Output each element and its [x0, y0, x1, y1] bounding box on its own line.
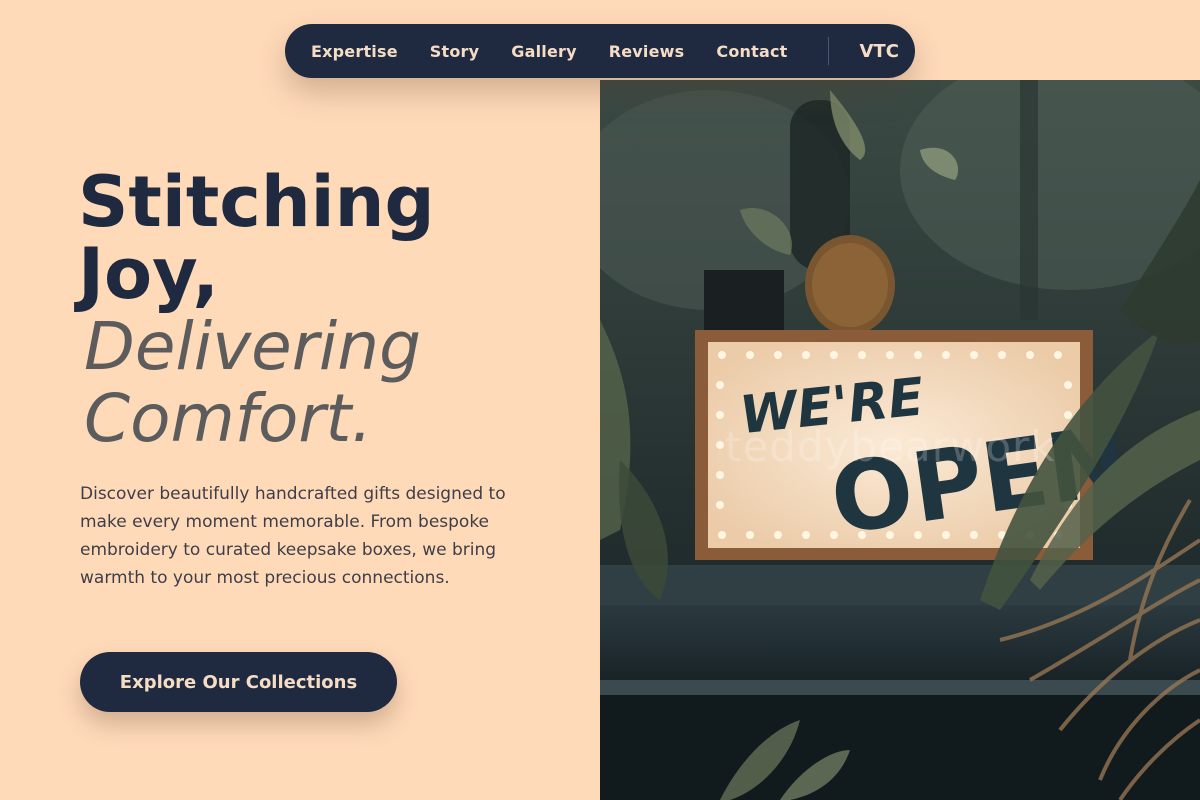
- nav-link-story[interactable]: Story: [430, 42, 479, 61]
- top-navigation: Expertise Story Gallery Reviews Contact …: [285, 24, 915, 78]
- nav-link-expertise[interactable]: Expertise: [311, 42, 398, 61]
- hero-title: Stitching Joy,: [78, 166, 578, 310]
- hero-photo: WE'RE OPEN teddybearwork: [600, 80, 1200, 800]
- hero-subtitle: Delivering Comfort.: [84, 311, 584, 455]
- nav-link-reviews[interactable]: Reviews: [609, 42, 685, 61]
- explore-collections-button[interactable]: Explore Our Collections: [80, 652, 397, 712]
- nav-links: Expertise Story Gallery Reviews Contact: [311, 42, 820, 61]
- nav-link-gallery[interactable]: Gallery: [511, 42, 576, 61]
- nav-link-contact[interactable]: Contact: [716, 42, 787, 61]
- hero-subtitle-line-1: Delivering: [84, 308, 421, 385]
- brand-logo[interactable]: VTC: [860, 41, 899, 62]
- hero-title-line-2: Joy,: [78, 233, 219, 315]
- hero-title-line-1: Stitching: [78, 161, 435, 243]
- hero-subtitle-line-2: Comfort.: [84, 380, 373, 457]
- watermark-text: teddybearwork: [725, 422, 1056, 471]
- hero-description: Discover beautifully handcrafted gifts d…: [80, 484, 506, 588]
- nav-divider: [827, 37, 829, 65]
